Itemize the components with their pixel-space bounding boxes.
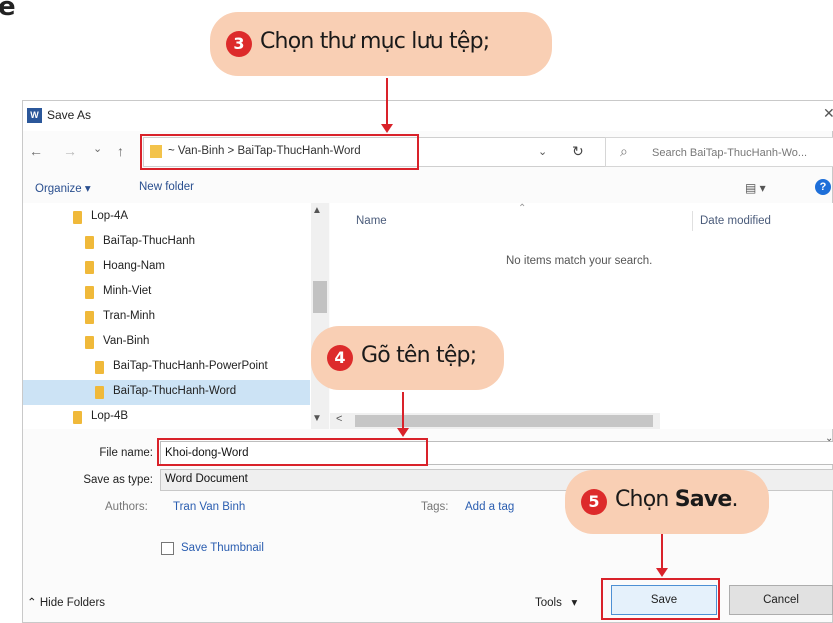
folder-icon bbox=[85, 311, 94, 324]
tree-item[interactable]: Hoang-Nam bbox=[23, 255, 310, 280]
step5-text-pre: Chọn bbox=[615, 487, 675, 512]
arrow-step5-line bbox=[661, 534, 663, 570]
dropdown-caret-icon: ▾ bbox=[561, 597, 578, 609]
forward-arrow-icon[interactable]: → bbox=[63, 143, 77, 159]
cancel-button[interactable]: Cancel bbox=[729, 585, 833, 615]
authors-label: Authors: bbox=[105, 501, 148, 513]
empty-message: No items match your search. bbox=[506, 255, 653, 267]
step3-text: Chọn thư mục lưu tệp; bbox=[260, 29, 490, 54]
save-thumbnail-label[interactable]: Save Thumbnail bbox=[181, 542, 264, 554]
tree-item[interactable]: Minh-Viet bbox=[23, 280, 310, 305]
view-options-icon[interactable]: ▤ ▾ bbox=[745, 181, 766, 195]
search-icon: ⌕ bbox=[620, 143, 628, 159]
tree-scrollbar[interactable] bbox=[311, 203, 329, 429]
step4-text: Gõ tên tệp; bbox=[361, 343, 477, 368]
folder-icon bbox=[85, 336, 94, 349]
hide-folders-label: Hide Folders bbox=[39, 597, 106, 609]
help-icon[interactable]: ? bbox=[815, 179, 831, 195]
search-box[interactable]: ⌕ Search BaiTap-ThucHanh-Wo... bbox=[605, 137, 833, 167]
filename-highlight-box bbox=[157, 438, 428, 466]
tree-item-selected[interactable]: BaiTap-ThucHanh-Word bbox=[23, 380, 310, 405]
arrow-step4-head bbox=[397, 428, 409, 437]
new-folder-button[interactable]: New folder bbox=[139, 181, 194, 193]
search-input[interactable]: Search BaiTap-ThucHanh-Wo... bbox=[652, 147, 807, 159]
authors-value[interactable]: Tran Van Binh bbox=[173, 501, 245, 513]
scroll-left-icon[interactable]: < bbox=[336, 413, 342, 425]
save-type-label: Save as type: bbox=[83, 474, 153, 486]
callout-step3: 3 Chọn thư mục lưu tệp; bbox=[210, 12, 552, 76]
tools-label: Tools bbox=[535, 597, 562, 609]
chevron-down-icon[interactable]: ⌄ bbox=[538, 145, 547, 158]
folder-tree: Lop-4A BaiTap-ThucHanh Hoang-Nam Minh-Vi… bbox=[23, 203, 329, 429]
tree-item[interactable]: BaiTap-ThucHanh-PowerPoint bbox=[23, 355, 310, 380]
folder-icon bbox=[95, 386, 104, 399]
step4-number: 4 bbox=[327, 345, 353, 371]
arrow-step4-line bbox=[402, 392, 404, 430]
tree-item[interactable]: Lop-4B bbox=[23, 405, 310, 430]
step5-text: Chọn Save. bbox=[615, 487, 738, 512]
tree-scroll-thumb[interactable] bbox=[313, 281, 327, 313]
close-icon[interactable]: ✕ bbox=[823, 105, 833, 122]
tools-menu[interactable]: Tools ▾ bbox=[535, 595, 577, 609]
word-app-icon: W bbox=[27, 108, 42, 123]
organize-button[interactable]: Organize ▾ bbox=[35, 181, 91, 195]
tags-label: Tags: bbox=[421, 501, 449, 513]
step5-text-bold: Save bbox=[674, 487, 733, 512]
folder-icon bbox=[85, 261, 94, 274]
folder-icon bbox=[73, 411, 82, 424]
arrow-step5-head bbox=[656, 568, 668, 577]
tree-item[interactable]: Van-Binh bbox=[23, 330, 310, 355]
save-thumbnail-checkbox[interactable] bbox=[161, 542, 174, 555]
horizontal-scroll-thumb[interactable] bbox=[355, 415, 653, 427]
step5-number: 5 bbox=[581, 489, 607, 515]
folder-icon bbox=[85, 236, 94, 249]
callout-step4: 4 Gõ tên tệp; bbox=[311, 326, 504, 390]
back-arrow-icon[interactable]: ← bbox=[29, 143, 43, 159]
folder-icon bbox=[85, 286, 94, 299]
up-arrow-icon[interactable]: ↑ bbox=[117, 143, 124, 159]
column-header-date[interactable]: Date modified bbox=[700, 215, 771, 227]
save-highlight-box bbox=[601, 578, 720, 620]
folder-icon bbox=[73, 211, 82, 224]
sort-caret-icon: ⌃ bbox=[518, 203, 527, 214]
corner-letter: e bbox=[0, 0, 16, 22]
step3-number: 3 bbox=[226, 31, 252, 57]
tree-item[interactable]: BaiTap-ThucHanh bbox=[23, 230, 310, 255]
title-bar: W Save As ✕ bbox=[23, 101, 833, 131]
column-divider bbox=[692, 211, 693, 231]
file-list: ⌃ Name Date modified No items match your… bbox=[330, 203, 833, 429]
add-tag-link[interactable]: Add a tag bbox=[465, 501, 514, 513]
tree-item[interactable]: Tran-Minh bbox=[23, 305, 310, 330]
arrow-step3-line bbox=[386, 78, 388, 126]
toolbar: Organize ▾ New folder ▤ ▾ ? bbox=[23, 173, 833, 201]
window-title: Save As bbox=[47, 108, 92, 122]
hide-folders-button[interactable]: ⌃ Hide Folders bbox=[27, 595, 105, 609]
save-type-value[interactable]: Word Document bbox=[165, 473, 248, 485]
column-header-name[interactable]: Name bbox=[356, 215, 387, 227]
scroll-down-icon[interactable]: ▼ bbox=[312, 413, 322, 424]
arrow-step3-head bbox=[381, 124, 393, 133]
chevron-up-icon: ⌃ bbox=[27, 597, 40, 609]
scroll-up-icon[interactable]: ▲ bbox=[312, 205, 322, 216]
step5-text-post: . bbox=[731, 487, 738, 512]
recent-locations-icon[interactable]: ⌄ bbox=[93, 142, 102, 155]
refresh-icon[interactable]: ↻ bbox=[572, 143, 584, 160]
file-name-label: File name: bbox=[99, 447, 153, 459]
path-highlight-box bbox=[140, 134, 419, 170]
tree-item[interactable]: Lop-4A bbox=[23, 205, 310, 230]
folder-icon bbox=[95, 361, 104, 374]
callout-step5: 5 Chọn Save. bbox=[565, 470, 769, 534]
file-name-dropdown-icon[interactable]: ⌄ bbox=[825, 433, 833, 444]
